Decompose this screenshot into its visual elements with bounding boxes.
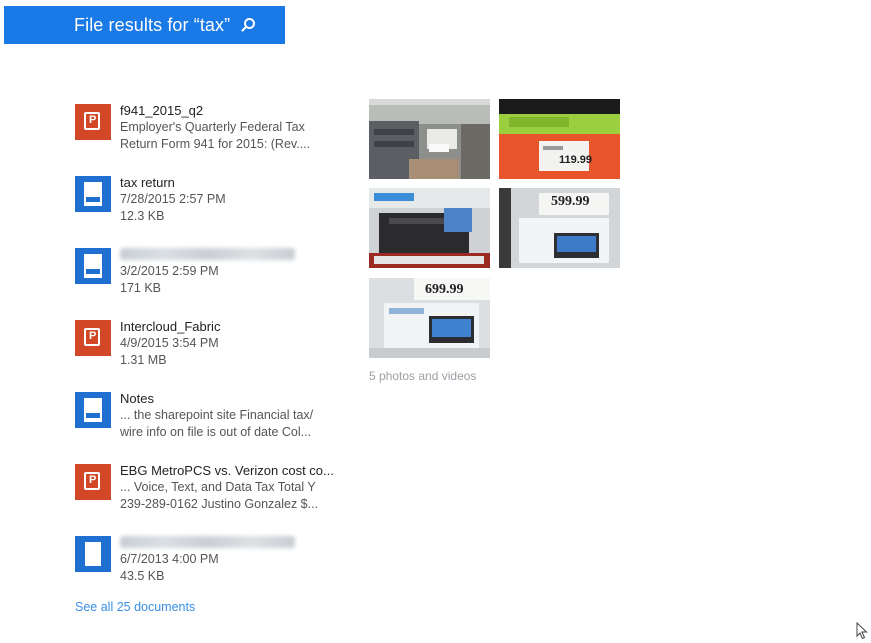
document-icon [75, 536, 111, 572]
file-name: tax return [120, 175, 175, 190]
powerpoint-file-icon [75, 104, 111, 140]
powerpoint-file-icon [75, 464, 111, 500]
photos-caption[interactable]: 5 photos and videos [369, 369, 476, 383]
photo-thumbnail[interactable] [369, 99, 490, 179]
file-item[interactable]: EBG MetroPCS vs. Verizon cost co... ... … [75, 456, 345, 526]
file-name: EBG MetroPCS vs. Verizon cost co... [120, 463, 334, 478]
redacted-file-name [120, 536, 295, 548]
see-all-documents-link[interactable]: See all 25 documents [75, 600, 195, 614]
redacted-file-name [120, 248, 295, 260]
word-document-icon [75, 176, 111, 212]
powerpoint-file-icon [75, 320, 111, 356]
file-detail: Return Form 941 for 2015: (Rev.... [120, 137, 311, 151]
file-item[interactable]: 6/7/2013 4:00 PM 43.5 KB [75, 528, 345, 598]
price-label: 119.99 [559, 154, 593, 166]
store-aisle-photo [369, 99, 490, 179]
word-document-icon [75, 392, 111, 428]
file-item[interactable]: Notes ... the sharepoint site Financial … [75, 384, 345, 454]
file-detail: ... Voice, Text, and Data Tax Total Y [120, 480, 316, 494]
file-detail: ... the sharepoint site Financial tax/ [120, 408, 314, 422]
file-item[interactable]: tax return 7/28/2015 2:57 PM 12.3 KB [75, 168, 345, 238]
file-detail: 43.5 KB [120, 569, 165, 583]
file-name: Notes [120, 391, 154, 406]
header-title: File results for “tax” [74, 14, 231, 35]
file-detail: 1.31 MB [120, 353, 167, 367]
price-label: 599.99 [551, 194, 590, 209]
file-detail: 171 KB [120, 281, 162, 295]
file-detail: Employer's Quarterly Federal Tax [120, 120, 305, 134]
printer-display-photo [369, 188, 490, 268]
word-document-icon [75, 248, 111, 284]
file-name: Intercloud_Fabric [120, 319, 221, 334]
photo-thumbnail[interactable]: 119.99 [499, 99, 620, 179]
price-label: 699.99 [425, 282, 464, 297]
mouse-pointer-icon [856, 622, 868, 640]
file-item[interactable]: 3/2/2015 2:59 PM 171 KB [75, 240, 345, 310]
file-item[interactable]: Intercloud_Fabric 4/9/2015 3:54 PM 1.31 … [75, 312, 345, 382]
file-detail: 12.3 KB [120, 209, 165, 223]
file-item[interactable]: f941_2015_q2 Employer's Quarterly Federa… [75, 96, 345, 166]
file-detail: 6/7/2013 4:00 PM [120, 552, 219, 566]
search-icon[interactable] [240, 17, 256, 33]
search-results-header[interactable]: File results for “tax” [4, 6, 285, 44]
file-detail: 7/28/2015 2:57 PM [120, 192, 226, 206]
file-detail: 3/2/2015 2:59 PM [120, 264, 219, 278]
file-detail: wire info on file is out of date Col... [120, 425, 312, 439]
price-tag-photo [499, 99, 620, 179]
photo-thumbnail[interactable]: 699.99 [369, 278, 490, 358]
file-detail: 239-289-0162 Justino Gonzalez $... [120, 497, 319, 511]
photo-thumbnail[interactable]: 599.99 [499, 188, 620, 268]
photo-thumbnail[interactable] [369, 188, 490, 268]
file-name: f941_2015_q2 [120, 103, 204, 118]
file-detail: 4/9/2015 3:54 PM [120, 336, 219, 350]
